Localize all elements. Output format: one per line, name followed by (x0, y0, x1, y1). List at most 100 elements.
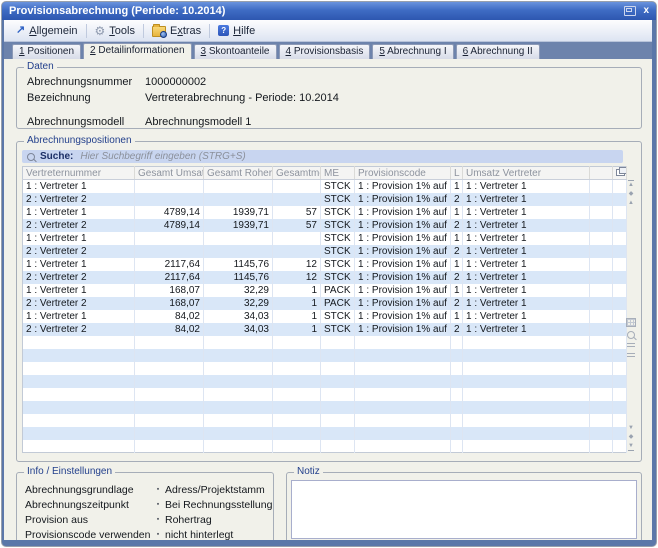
menu-allgemein-button[interactable]: ↗ Allgemein (10, 23, 84, 39)
info-row-provisionscode-verwenden: Provisionscode verwenden ▪ nicht hinterl… (25, 527, 273, 540)
column-header[interactable]: L (451, 167, 463, 180)
bullet-icon: ▪ (151, 501, 165, 508)
bullet-icon: ▪ (151, 531, 165, 538)
field-abrechnungsnummer: Abrechnungsnummer 1000000002 (27, 74, 641, 90)
menu-toolbar: ↗ Allgemein ⚙ Tools Extras ? Hilfe (4, 20, 652, 42)
info-einstellungen-group: Info / Einstellungen Abrechnungsgrundlag… (16, 472, 274, 540)
help-icon: ? (218, 25, 229, 36)
column-header[interactable]: Provisionscode (355, 167, 451, 180)
notiz-group: Notiz (286, 472, 642, 540)
table-row[interactable]: 1 : Vertreter 184,0234,031STCK1 : Provis… (23, 310, 627, 323)
menu-tools-button[interactable]: ⚙ Tools (89, 23, 141, 39)
table-row[interactable]: 1 : Vertreter 12117,641145,7612STCK1 : P… (23, 258, 627, 271)
table-filler-row (23, 414, 627, 427)
tab-abrechnung-2[interactable]: 6 Abrechnung II (456, 44, 540, 59)
bullet-icon: ▪ (151, 486, 165, 493)
tab-positionen[interactable]: 1 Positionen (12, 44, 81, 59)
field-label: Abrechnungsmodell (27, 116, 145, 128)
scroll-to-top-icon[interactable]: ▲ (628, 180, 634, 188)
column-chooser-icon[interactable] (616, 169, 625, 176)
table-filler-row (23, 427, 627, 440)
menu-allgemein-label: Allgemein (29, 25, 77, 37)
zoom-icon[interactable] (627, 331, 635, 339)
search-placeholder: Hier Suchbegriff eingeben (STRG+S) (80, 151, 245, 162)
grid-nav-strip: ▲ ◆ ▲ ▼ ◆ ▼ (625, 176, 637, 455)
folder-icon (152, 26, 166, 37)
search-icon (27, 153, 35, 161)
daten-group-label: Daten (24, 61, 57, 72)
info-value: Bei Rechnungsstellung (165, 499, 272, 511)
field-label: Bezeichnung (27, 92, 145, 104)
restore-window-icon[interactable] (624, 6, 636, 16)
sum-rows-icon[interactable] (627, 343, 635, 349)
menu-extras-button[interactable]: Extras (146, 22, 207, 39)
table-row[interactable]: 2 : Vertreter 22117,641145,7612STCK1 : P… (23, 271, 627, 284)
table-filler-row (23, 388, 627, 401)
tab-skontoanteile[interactable]: 3 Skontoanteile (194, 44, 277, 59)
arrow-ne-icon: ↗ (16, 25, 25, 36)
app-window: Provisionsabrechnung (Periode: 10.2014) … (1, 1, 657, 547)
info-value: Adress/Projektstamm (165, 484, 265, 496)
row-up-icon[interactable]: ▲ (628, 200, 634, 206)
grid-view-icon[interactable] (626, 318, 636, 327)
menu-hilfe-label: Hilfe (233, 25, 255, 37)
table-row[interactable]: 2 : Vertreter 2168,0732,291PACK1 : Provi… (23, 297, 627, 310)
table-filler-row (23, 440, 627, 453)
page-up-icon[interactable]: ◆ (629, 191, 634, 197)
menu-extras-label: Extras (170, 25, 201, 37)
column-header[interactable]: ME (321, 167, 355, 180)
toolbar-separator (86, 24, 87, 38)
table-row[interactable]: 1 : Vertreter 1STCK1 : Provision 1% auf … (23, 232, 627, 245)
table-filler-row (23, 362, 627, 375)
field-value[interactable]: Vertreterabrechnung - Periode: 10.2014 (145, 92, 339, 104)
filter-rows-icon[interactable] (627, 353, 635, 359)
field-label: Abrechnungsnummer (27, 76, 145, 88)
table-header-row: VertreternummerGesamt Umsatz EURGesamt R… (23, 167, 627, 180)
column-header[interactable]: Gesamt Rohertrag EUR (204, 167, 273, 180)
scroll-to-bottom-icon[interactable]: ▼ (628, 443, 634, 451)
tab-detailinformationen[interactable]: 2 Detailinformationen (83, 43, 192, 59)
table-row[interactable]: 2 : Vertreter 284,0234,031STCK1 : Provis… (23, 323, 627, 336)
table-filler-row (23, 336, 627, 349)
notiz-textarea[interactable] (291, 480, 637, 539)
tab-abrechnung-1[interactable]: 5 Abrechnung I (372, 44, 453, 59)
daten-group: Daten Abrechnungsnummer 1000000002 Bezei… (16, 67, 642, 129)
column-header[interactable]: Gesamtmenge (273, 167, 321, 180)
info-row-abrechnungsgrundlage: Abrechnungsgrundlage ▪ Adress/Projektsta… (25, 482, 273, 497)
field-abrechnungsmodell: Abrechnungsmodell Abrechnungsmodell 1 (27, 114, 641, 130)
column-header[interactable]: Vertreternummer (23, 167, 135, 180)
table-row[interactable]: 2 : Vertreter 2STCK1 : Provision 1% auf … (23, 193, 627, 206)
close-window-icon[interactable]: x (643, 6, 649, 16)
page-down-icon[interactable]: ◆ (629, 434, 634, 440)
table-row[interactable]: 1 : Vertreter 1STCK1 : Provision 1% auf … (23, 180, 627, 193)
tab-strip: 1 Positionen 2 Detailinformationen 3 Sko… (4, 42, 652, 59)
table-row[interactable]: 2 : Vertreter 2STCK1 : Provision 1% auf … (23, 245, 627, 258)
bottom-panels: Info / Einstellungen Abrechnungsgrundlag… (16, 472, 642, 540)
menu-hilfe-button[interactable]: ? Hilfe (212, 23, 261, 39)
field-value[interactable]: 1000000002 (145, 76, 206, 88)
table-filler-row (23, 349, 627, 362)
info-row-abrechnungszeitpunkt: Abrechnungszeitpunkt ▪ Bei Rechnungsstel… (25, 497, 273, 512)
info-label: Abrechnungszeitpunkt (25, 499, 151, 511)
table-row[interactable]: 1 : Vertreter 14789,141939,7157STCK1 : P… (23, 206, 627, 219)
tab-content: Daten Abrechnungsnummer 1000000002 Bezei… (4, 59, 652, 540)
column-header[interactable]: Umsatz Vertreter (463, 167, 590, 180)
info-value: Rohertrag (165, 514, 212, 526)
title-bar: Provisionsabrechnung (Periode: 10.2014) … (2, 2, 656, 20)
toolbar-separator (143, 24, 144, 38)
field-value[interactable]: Abrechnungsmodell 1 (145, 116, 251, 128)
info-value: nicht hinterlegt (165, 529, 233, 541)
table-filler-row (23, 401, 627, 414)
table-row[interactable]: 2 : Vertreter 24789,141939,7157STCK1 : P… (23, 219, 627, 232)
table-row[interactable]: 1 : Vertreter 1168,0732,291PACK1 : Provi… (23, 284, 627, 297)
table-filler-row (23, 375, 627, 388)
tab-provisionsbasis[interactable]: 4 Provisionsbasis (279, 44, 371, 59)
search-input[interactable]: Suche: Hier Suchbegriff eingeben (STRG+S… (22, 150, 623, 163)
menu-tools-label: Tools (109, 25, 135, 37)
spacer-header (590, 167, 613, 180)
window-title: Provisionsabrechnung (Periode: 10.2014) (9, 5, 624, 17)
info-label: Provision aus (25, 514, 151, 526)
column-header[interactable]: Gesamt Umsatz EUR (135, 167, 204, 180)
row-down-icon[interactable]: ▼ (628, 425, 634, 431)
info-label: Provisionscode verwenden (25, 529, 151, 541)
